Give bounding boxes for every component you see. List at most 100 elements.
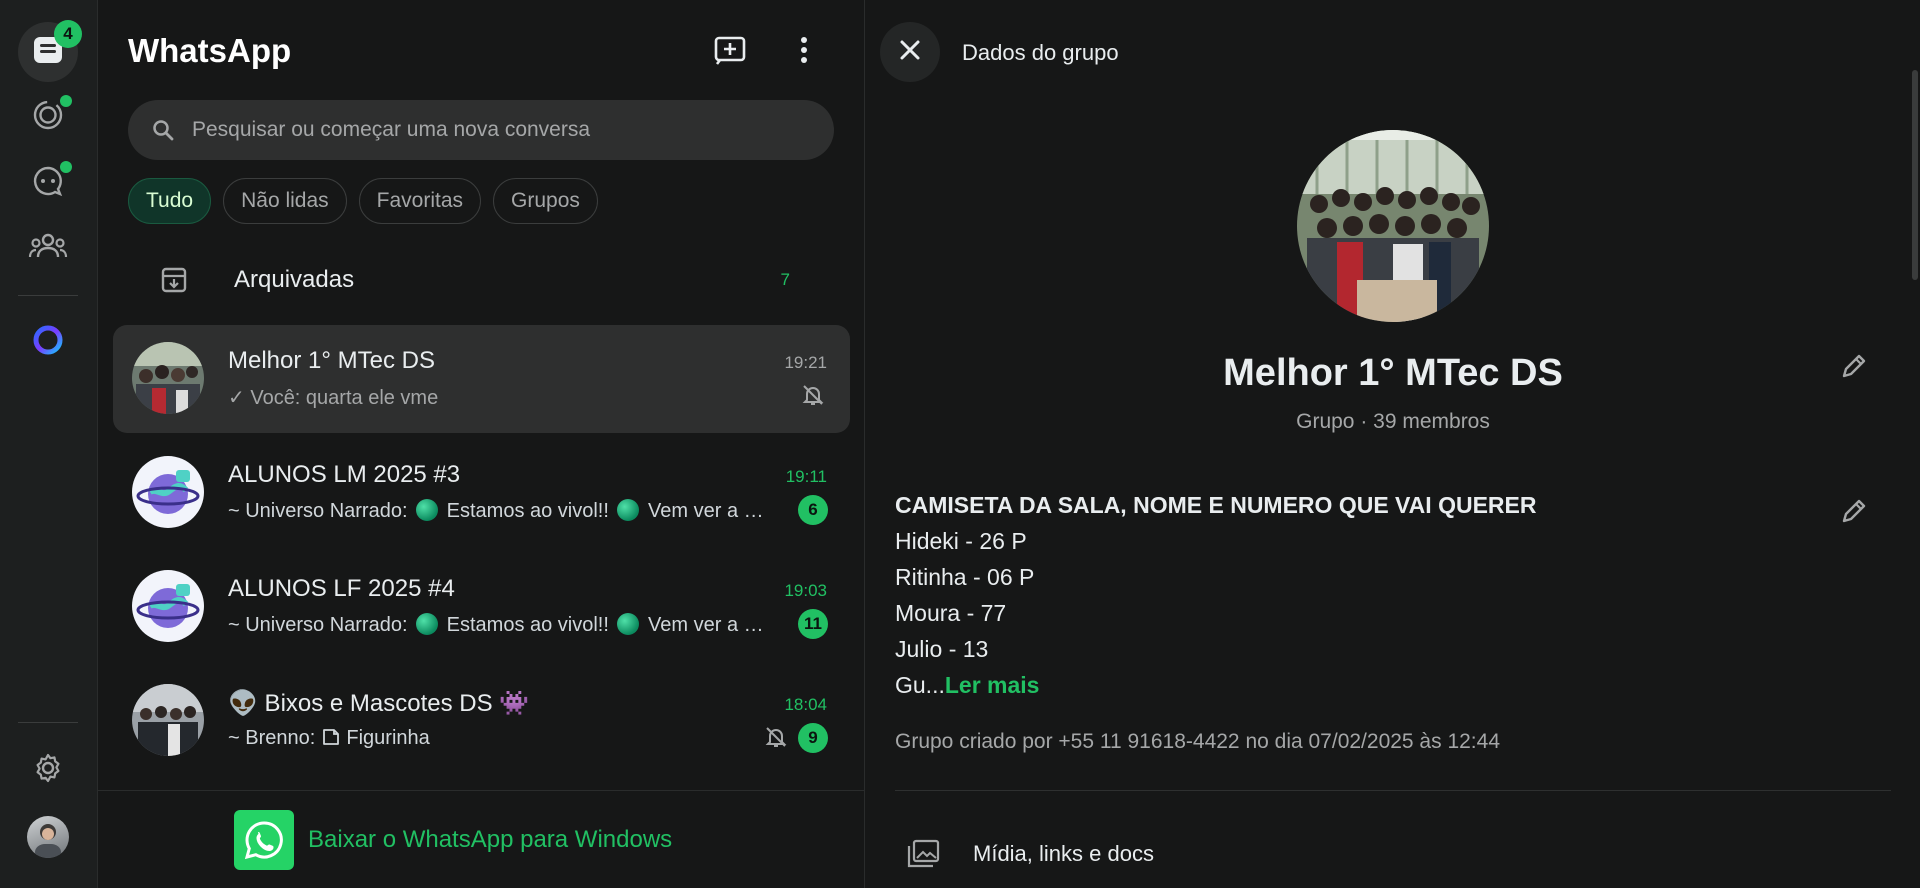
- edit-name-button[interactable]: [1836, 350, 1872, 386]
- archive-icon: [158, 264, 190, 296]
- channels-dot: [60, 161, 72, 173]
- close-icon: [898, 38, 922, 67]
- chat-preview: ~ Universo Narrado: Estamos ao vivol!! V…: [228, 613, 788, 637]
- info-divider: [895, 790, 1891, 791]
- chat-name-text: Bixos e Mascotes DS: [257, 690, 500, 717]
- filter-chips: Tudo Não lidas Favoritas Grupos: [128, 178, 598, 224]
- new-chat-icon: [714, 35, 746, 70]
- pencil-icon: [1840, 497, 1868, 530]
- group-description: CAMISETA DA SALA, NOME E NUMERO QUE VAI …: [895, 487, 1795, 703]
- chat-preview-sender: ~ Universo Narrado:: [228, 500, 414, 522]
- menu-button[interactable]: [782, 30, 826, 74]
- search-icon: [150, 117, 176, 143]
- download-label: Baixar o WhatsApp para Windows: [308, 826, 673, 853]
- status-dot: [60, 95, 72, 107]
- unread-count-badge: 6: [798, 495, 828, 525]
- alien-monster-emoji-icon: 👾: [499, 690, 530, 717]
- archived-label: Arquivadas: [234, 266, 355, 293]
- chat-preview-text-end: Vem ver a …: [642, 500, 764, 522]
- description-line: Ritinha - 06 P: [895, 564, 1035, 590]
- chat-preview-text: Estamos ao vivol!!: [441, 500, 615, 522]
- chat-name: Melhor 1° MTec DS: [228, 347, 435, 374]
- whatsapp-logo-icon: [234, 810, 294, 870]
- settings-button[interactable]: [18, 740, 78, 800]
- chat-name: ALUNOS LM 2025 #3: [228, 461, 461, 488]
- rail-divider: [18, 295, 78, 296]
- chat-list-pane: WhatsApp Tudo Não lidas Favoritas Grupos…: [98, 0, 865, 888]
- sticker-icon: [321, 727, 341, 749]
- edit-description-button[interactable]: [1836, 495, 1872, 531]
- chat-item[interactable]: Melhor 1° MTec DS 19:21 ✓ Você: quarta e…: [113, 325, 850, 433]
- info-title: Dados do grupo: [962, 40, 1119, 65]
- filter-favorites[interactable]: Favoritas: [358, 178, 482, 224]
- chat-item[interactable]: 👽 Bixos e Mascotes DS 👾 18:04 ~ Brenno: …: [113, 667, 850, 775]
- channels-icon: [32, 165, 64, 202]
- media-gallery-icon: [905, 836, 941, 872]
- download-windows-link[interactable]: Baixar o WhatsApp para Windows: [234, 810, 672, 870]
- group-members-count: Grupo · 39 membros: [1296, 410, 1490, 433]
- chat-avatar: [132, 342, 204, 414]
- chat-preview-text: Você: quarta ele vme: [250, 387, 439, 409]
- chat-item[interactable]: ALUNOS LM 2025 #3 19:11 ~ Universo Narra…: [113, 439, 850, 547]
- chat-item[interactable]: ALUNOS LF 2025 #4 19:03 ~ Universo Narra…: [113, 553, 850, 661]
- chat-time: 18:04: [784, 695, 827, 714]
- description-line: Moura - 77: [895, 600, 1007, 626]
- unread-count-badge: 9: [798, 723, 828, 753]
- rail-divider-bottom: [18, 722, 78, 723]
- chats-button[interactable]: 4: [18, 20, 82, 82]
- new-chat-button[interactable]: [708, 30, 752, 74]
- description-line: Julio - 13: [895, 636, 989, 662]
- search-bar: [128, 100, 834, 160]
- meta-ai-button[interactable]: [18, 312, 78, 372]
- chat-preview-text: Figurinha: [340, 727, 430, 749]
- read-more-link[interactable]: Ler mais: [945, 672, 1040, 698]
- description-truncated: Gu...: [895, 672, 945, 698]
- list-divider: [98, 790, 865, 791]
- media-links-docs-label: Mídia, links e docs: [973, 841, 1154, 866]
- description-heading: CAMISETA DA SALA, NOME E NUMERO QUE VAI …: [895, 492, 1537, 518]
- chat-name: 👽 Bixos e Mascotes DS 👾: [228, 689, 529, 718]
- archived-count: 7: [780, 270, 790, 289]
- green-circle-emoji-icon: [617, 613, 640, 635]
- scrollbar[interactable]: [1912, 70, 1918, 280]
- filter-all[interactable]: Tudo: [128, 178, 212, 224]
- group-name: Melhor 1° MTec DS: [1223, 352, 1563, 394]
- muted-icon: [799, 381, 827, 409]
- chat-preview: ~ Brenno: Figurinha: [228, 727, 788, 750]
- status-button[interactable]: [18, 87, 78, 147]
- group-photo[interactable]: [1297, 130, 1489, 322]
- chat-avatar: [132, 456, 204, 528]
- green-circle-emoji-icon: [416, 499, 439, 521]
- search-input[interactable]: [192, 118, 792, 142]
- group-created-info: Grupo criado por +55 11 91618-4422 no di…: [895, 730, 1501, 753]
- description-line: Hideki - 26 P: [895, 528, 1027, 554]
- sent-check-icon: ✓: [228, 387, 251, 409]
- filter-groups[interactable]: Grupos: [493, 178, 598, 224]
- chat-avatar: [132, 570, 204, 642]
- settings-icon: [32, 752, 64, 789]
- green-circle-emoji-icon: [416, 613, 439, 635]
- status-icon: [32, 99, 64, 136]
- chat-preview-text: Estamos ao vivol!!: [441, 614, 615, 636]
- description-line: Gu...Ler mais: [895, 667, 1795, 703]
- unread-chats-badge: 4: [54, 20, 82, 48]
- media-links-docs-row[interactable]: Mídia, links e docs: [895, 832, 1891, 876]
- chat-preview-sender: ~ Brenno:: [228, 727, 321, 749]
- chat-name: ALUNOS LF 2025 #4: [228, 575, 455, 602]
- filter-unread[interactable]: Não lidas: [223, 178, 347, 224]
- close-button[interactable]: [880, 22, 940, 82]
- communities-icon: [28, 231, 68, 266]
- chat-preview-sender: ~ Universo Narrado:: [228, 614, 414, 636]
- archived-row[interactable]: Arquivadas 7: [128, 252, 834, 308]
- more-vertical-icon: [800, 36, 808, 69]
- app-title: WhatsApp: [128, 32, 292, 69]
- channels-button[interactable]: [18, 153, 78, 213]
- chat-time: 19:03: [784, 581, 827, 600]
- pencil-icon: [1840, 352, 1868, 385]
- chat-avatar: [132, 684, 204, 756]
- green-circle-emoji-icon: [617, 499, 640, 521]
- group-info-pane: Dados do grupo Melhor 1° MTec DS Grupo ·…: [866, 0, 1920, 888]
- communities-button[interactable]: [18, 218, 78, 278]
- profile-avatar[interactable]: [27, 816, 69, 858]
- chat-time: 19:21: [784, 353, 827, 372]
